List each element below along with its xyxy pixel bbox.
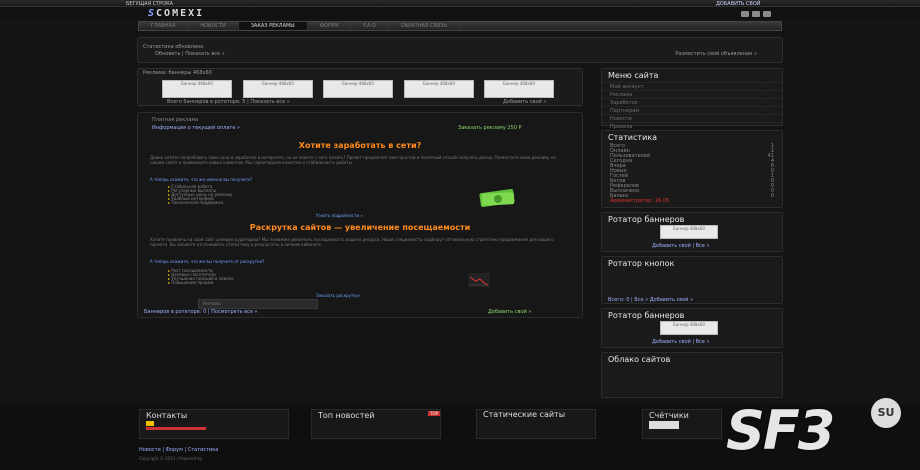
rotator-banner-label: Баннер 468x60: [673, 226, 705, 231]
contacts-line: [146, 427, 206, 430]
order-ad-link[interactable]: Заказать рекламу 250 Р: [458, 125, 522, 131]
nav-item-faq[interactable]: F.A.Q: [351, 22, 389, 30]
chart-icon: [468, 273, 490, 287]
rotator-banner[interactable]: Баннер 468x60: [660, 321, 718, 335]
banner-thumb[interactable]: Баннер 468x60: [243, 80, 313, 98]
counter-widget[interactable]: [649, 421, 679, 429]
announcement-refresh-link[interactable]: Обновить | Показать все »: [150, 50, 230, 58]
banner-rotator-2: Ротатор баннеров Баннер 468x60 Добавить …: [601, 308, 783, 348]
button-rotator: Ротатор кнопок Всего: 0 | Все » Добавить…: [601, 256, 783, 304]
banner-thumb[interactable]: Баннер 468x60: [162, 80, 232, 98]
rotator-banner[interactable]: Баннер 468x60: [660, 225, 718, 239]
close-icon[interactable]: [763, 11, 771, 17]
footer-counters: Счётчики: [642, 409, 722, 439]
logo[interactable]: SCOMEXI: [148, 8, 204, 19]
payment-info-link[interactable]: Информация о текущей оплате »: [152, 125, 240, 131]
paragraph-earn: Давно хотите попробовать свои силы в зар…: [150, 155, 556, 165]
paragraph-promo: Хотите привлечь на свой сайт целевую ауд…: [150, 237, 554, 247]
list-item: Техническая поддержка: [168, 200, 223, 205]
site-cloud: Облако сайтов: [601, 352, 783, 398]
top-bar: БЕГУЩАЯ СТРОКА ДОБАВИТЬ СВОЙ: [0, 0, 920, 7]
button-rotator-link[interactable]: Всего: 0 | Все » Добавить свой »: [608, 297, 693, 303]
main-nav: Главная Новости ЗАКАЗ РЕКЛАМЫ Форум F.A.…: [138, 21, 782, 31]
nav-item-home[interactable]: Главная: [139, 22, 189, 30]
banners-show-all-link[interactable]: Всего баннеров в ротаторе: 5 | Показать …: [162, 98, 295, 106]
site-menu: Меню сайта Мой аккаунт Реклама Заработок…: [601, 68, 783, 130]
promo-order-link[interactable]: Заказать раскрутку»: [316, 293, 361, 298]
contacts-title: Контакты: [146, 411, 188, 420]
site-menu-title: Меню сайта: [608, 71, 659, 80]
ad-box: Реклама: [198, 299, 318, 309]
banner-thumb[interactable]: Баннер 468x60: [404, 80, 474, 98]
stats-title: Статистика: [608, 133, 657, 142]
heading-promo: Раскрутка сайтов — увеличение посещаемос…: [249, 223, 471, 232]
top-news-badge: TOP: [428, 411, 441, 416]
rotator-1-add-link[interactable]: Добавить свой | Все »: [652, 243, 710, 249]
banner-thumb-label: Баннер 468x60: [342, 81, 374, 86]
footer-top-news: Топ новостей TOP: [311, 409, 441, 439]
banner-thumb-label: Баннер 468x60: [503, 81, 535, 86]
stat-value: 0: [770, 193, 774, 199]
counters-title: Счётчики: [649, 411, 689, 420]
sidebar-item-news[interactable]: Новости: [602, 114, 782, 122]
nav-item-news[interactable]: Новости: [188, 22, 239, 30]
button-rotator-title: Ротатор кнопок: [608, 259, 675, 268]
watermark-logo: SF3: [726, 399, 835, 462]
nav-item-forum[interactable]: Форум: [308, 22, 352, 30]
list-promo: Рост посещаемости Целевые посетители Улу…: [168, 268, 233, 285]
maximize-icon[interactable]: [752, 11, 760, 17]
top-news-title: Топ новостей: [318, 411, 375, 420]
list-earn: Стабильная работа Регулярные выплаты Дос…: [168, 184, 232, 205]
site-cloud-title: Облако сайтов: [608, 355, 671, 364]
sidebar-item-earnings[interactable]: Заработок: [602, 98, 782, 106]
banner-thumb-label: Баннер 468x60: [181, 81, 213, 86]
stats-box: Статистика Всего 1 Онлайн 1 Пользователей 4…: [601, 130, 783, 208]
nav-item-contact[interactable]: Обратная связь: [389, 22, 461, 30]
rotator-banner-label: Баннер 468x60: [673, 322, 705, 327]
banner-thumb[interactable]: Баннер 468x60: [484, 80, 554, 98]
banners-add-link[interactable]: Добавить свой »: [498, 98, 551, 106]
watermark-badge: SU: [871, 398, 901, 428]
announcement-panel: Статистика обновлена Обновить | Показать…: [137, 37, 783, 63]
banners-panel: Реклама: баннеры 468x60 Баннер 468x60 Ба…: [137, 68, 583, 106]
footer-static-sites: Статические сайты: [476, 409, 596, 439]
list-item: Повышение продаж: [168, 280, 214, 285]
main-subtitle: Платная реклама: [152, 117, 199, 123]
sidebar-item-ads[interactable]: Реклама: [602, 90, 782, 98]
banner-rotator-1: Ротатор баннеров Баннер 468x60 Добавить …: [601, 212, 783, 252]
money-icon: [479, 188, 515, 208]
footer-contacts: Контакты: [139, 409, 289, 439]
footer-links[interactable]: Новости | Форум | Статистика: [139, 447, 218, 453]
sidebar-item-rules[interactable]: Правила: [602, 122, 782, 130]
banners-title: Реклама: баннеры 468x60: [143, 70, 212, 76]
earn-details-link[interactable]: Узнать подробности »: [316, 213, 363, 218]
main-add-link[interactable]: Добавить свой »: [488, 309, 531, 315]
rotator-2-add-link[interactable]: Добавить свой | Все »: [652, 339, 710, 345]
nav-item-ad-order[interactable]: ЗАКАЗ РЕКЛАМЫ: [238, 22, 308, 30]
post-ad-link[interactable]: Разместить свой объявление »: [670, 50, 762, 58]
heading-earn: Хотите заработать в сети?: [298, 141, 422, 150]
sidebar-item-account[interactable]: Мой аккаунт: [602, 82, 782, 90]
stats-footer: Администратор: 16.05: [610, 198, 670, 204]
banner-thumb[interactable]: Баннер 468x60: [323, 80, 393, 98]
window-controls: [741, 11, 771, 17]
contacts-icon: [146, 421, 154, 426]
logo-text: COMEX: [156, 8, 197, 19]
banner-thumb-label: Баннер 468x60: [262, 81, 294, 86]
main-content: Платная реклама Информация о текущей опл…: [137, 112, 583, 318]
subheading-promo: А теперь скажите, что же вы получите от …: [150, 259, 265, 264]
minimize-icon[interactable]: [741, 11, 749, 17]
main-banners-link[interactable]: Баннеров в ротаторе: 0 | Посмотреть все …: [144, 309, 258, 315]
static-sites-title: Статические сайты: [483, 410, 566, 419]
copyright: Copyright © 2013 | Powered by: [139, 456, 203, 461]
subheading-earn: А теперь скажите, что же именно вы получ…: [150, 177, 253, 182]
banner-thumb-label: Баннер 468x60: [423, 81, 455, 86]
header: [0, 7, 920, 19]
sidebar-item-partners[interactable]: Партнерам: [602, 106, 782, 114]
